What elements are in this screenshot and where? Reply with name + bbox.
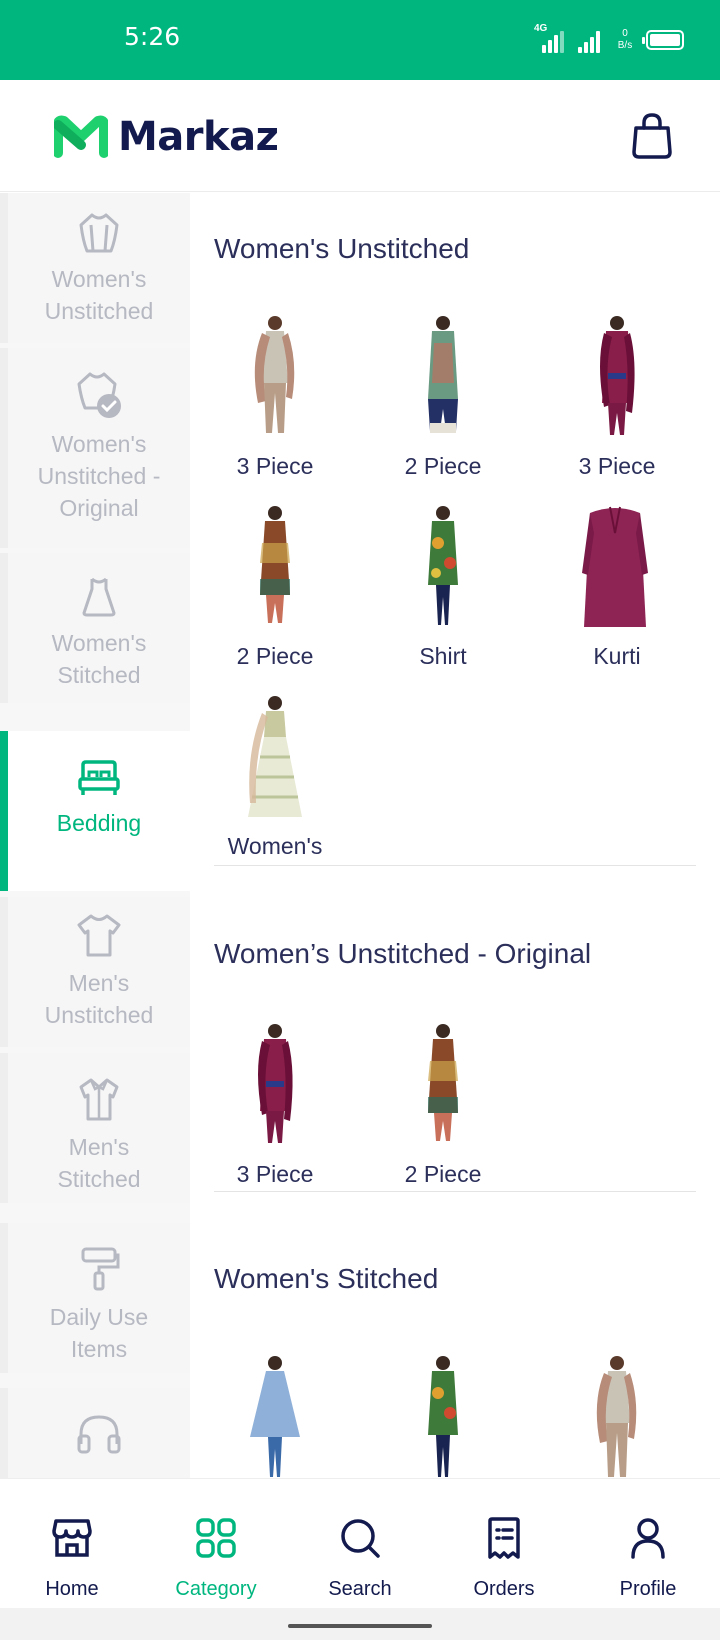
product-image: [428, 316, 458, 433]
product-image: [596, 1356, 637, 1477]
nav-label: Home: [45, 1578, 99, 1600]
section-title: Women’s Unstitched - Original: [214, 938, 592, 969]
battery-icon: [642, 30, 684, 50]
sidebar-item-label: Stitched: [57, 1166, 141, 1192]
status-icons: 4G 0 B/s: [534, 22, 684, 58]
network-type: 4G: [534, 23, 548, 34]
sidebar-item-label: Daily Use: [49, 1304, 149, 1330]
receipt-icon: [488, 1517, 520, 1559]
status-time: 5:26: [124, 22, 181, 51]
product-label: Kurti: [593, 643, 641, 669]
nav-label: Category: [175, 1578, 257, 1600]
signal-icon: [574, 25, 604, 55]
sidebar-item-womens-unstitched[interactable]: Women's Unstitched: [0, 193, 190, 343]
category-content[interactable]: Women's Unstitched 3 Piece 2 Piece 3 Pie…: [190, 193, 720, 1478]
product-label: 3 Piece: [236, 1161, 314, 1187]
speed-unit: B/s: [617, 40, 633, 51]
nav-orders[interactable]: Orders: [432, 1479, 576, 1609]
network-speed: 0 B/s: [614, 28, 636, 52]
brand-name: Markaz: [118, 114, 279, 160]
product-label: 3 Piece: [578, 453, 656, 479]
nav-label: Profile: [619, 1578, 677, 1600]
sidebar-item-label: Men's: [68, 1134, 130, 1160]
shirt-icon: [79, 1078, 119, 1121]
sidebar-item-womens-stitched[interactable]: Women's Stitched: [0, 553, 190, 703]
app-header: Markaz: [0, 80, 720, 192]
speed-value: 0: [622, 28, 628, 39]
sidebar-item-label: Women's: [51, 630, 147, 656]
sidebar-item-label: Unstitched: [44, 1002, 154, 1028]
sidebar-item-label: Bedding: [56, 810, 142, 836]
product-image: [428, 1356, 458, 1477]
section-title: Women's Unstitched: [214, 233, 470, 264]
sidebar-item-label: Unstitched -: [37, 463, 161, 489]
nav-label: Search: [328, 1578, 392, 1600]
product-image: [582, 506, 648, 627]
sidebar-item-label: Stitched: [57, 662, 141, 688]
grid-icon: [196, 1518, 236, 1558]
nav-home[interactable]: Home: [0, 1479, 144, 1609]
product-image: [250, 1356, 300, 1477]
sidebar-item-mens-stitched[interactable]: Men's Stitched: [0, 1053, 190, 1203]
sidebar-item-label: Items: [70, 1336, 128, 1362]
nav-category[interactable]: Category: [144, 1479, 288, 1609]
store-icon: [52, 1519, 92, 1557]
sidebar-item-label: Women's: [51, 431, 147, 457]
section-title: Women's Stitched: [214, 1263, 439, 1294]
product-image: [428, 506, 458, 625]
gesture-area: [0, 1608, 720, 1640]
category-sidebar[interactable]: Women's Unstitched Women's Unstitched - …: [0, 193, 190, 1478]
user-icon: [631, 1518, 665, 1559]
sidebar-item-daily-use-items[interactable]: Daily Use Items: [0, 1223, 190, 1373]
product-label: 3 Piece: [236, 453, 314, 479]
sidebar-item-womens-unstitched-original[interactable]: Women's Unstitched - Original: [0, 348, 190, 548]
verified-dress-icon: [77, 372, 121, 418]
product-label: 2 Piece: [236, 643, 314, 669]
product-image: [258, 1024, 293, 1143]
section-divider: [214, 865, 696, 866]
product-label: Shirt: [419, 643, 467, 669]
sidebar-item-electronics[interactable]: [0, 1388, 190, 1478]
sidebar-item-mens-unstitched[interactable]: Men's Unstitched: [0, 897, 190, 1047]
product-image: [428, 1024, 458, 1141]
sidebar-item-bedding[interactable]: Bedding: [0, 731, 190, 891]
nav-profile[interactable]: Profile: [576, 1479, 720, 1609]
sidebar-item-label: Men's: [68, 970, 130, 996]
product-label: Women's: [227, 833, 323, 859]
paint-roller-icon: [81, 1247, 120, 1291]
nav-search[interactable]: Search: [288, 1479, 432, 1609]
sidebar-item-label: Women's: [51, 266, 147, 292]
search-icon: [341, 1519, 380, 1558]
product-image: [260, 506, 290, 623]
product-image: [254, 316, 295, 433]
nav-label: Orders: [473, 1578, 535, 1600]
product-image: [600, 316, 635, 435]
bed-icon: [78, 760, 120, 795]
product-label: 2 Piece: [404, 1161, 482, 1187]
status-bar: 5:26 4G 0 B/s: [0, 0, 720, 80]
signal-4g-icon: 4G: [534, 23, 564, 55]
section-divider: [214, 1191, 696, 1192]
sidebar-item-label: Unstitched: [44, 298, 154, 324]
markaz-logo-icon: [54, 115, 108, 158]
brand-logo[interactable]: Markaz: [54, 114, 279, 160]
gesture-handle[interactable]: [288, 1624, 432, 1628]
product-image: [248, 696, 302, 817]
product-label: 2 Piece: [404, 453, 482, 479]
bottom-navigation: Home Category Search Orders Profile: [0, 1478, 720, 1608]
tshirt-icon: [77, 914, 121, 957]
frock-icon: [82, 577, 116, 617]
shopping-bag-icon[interactable]: [630, 112, 674, 160]
sidebar-item-label: Original: [59, 495, 139, 521]
headphones-icon: [77, 1415, 121, 1454]
dress-icon: [79, 213, 119, 253]
